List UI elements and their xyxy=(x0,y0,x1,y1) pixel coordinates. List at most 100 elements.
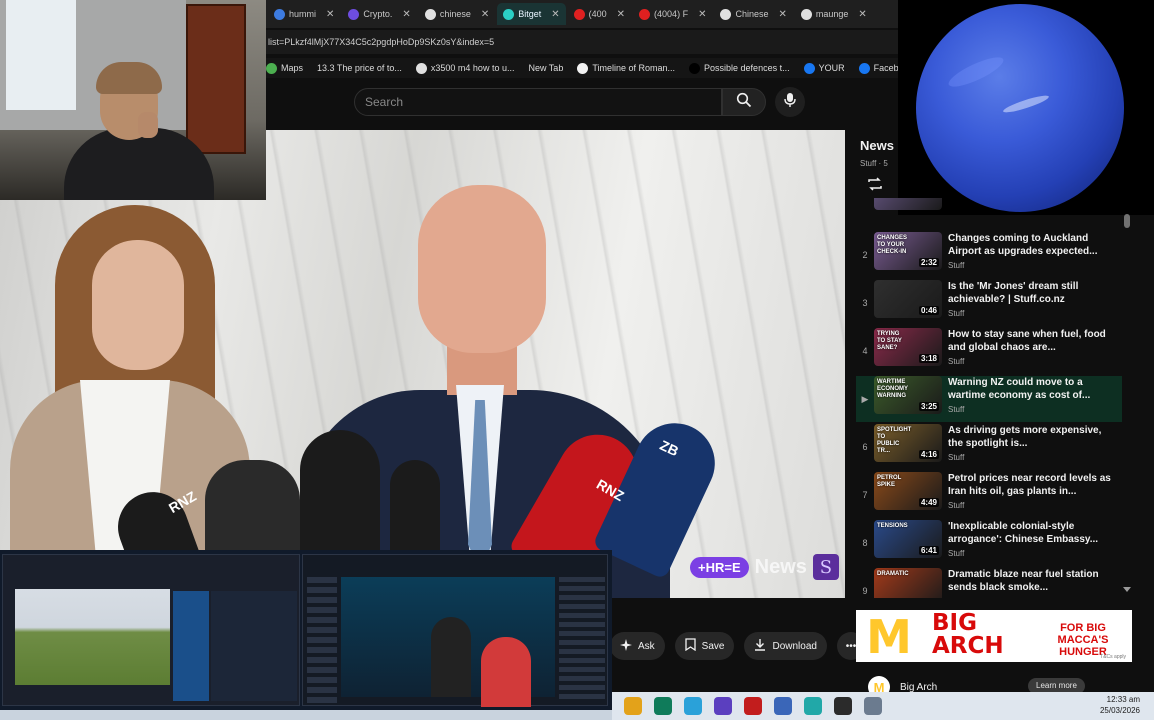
playlist-item-text: 'Inexplicable colonial-style arrogance':… xyxy=(948,520,1116,558)
scrollbar-thumb[interactable] xyxy=(1124,214,1130,228)
browser-tab[interactable]: (4004) F ✕ xyxy=(633,3,712,25)
playlist-thumbnail[interactable]: SPOTLIGHT TO PUBLIC TR... 4:16 xyxy=(874,424,942,462)
bookmark-item[interactable]: Timeline of Roman... xyxy=(577,62,675,74)
bookmark-item[interactable]: 13.3 The price of to... xyxy=(317,63,402,73)
playlist-item[interactable]: 8 TENSIONS 6:41 'Inexplicable colonial-styl… xyxy=(856,520,1122,566)
playlist-item[interactable]: 3 0:46 Is the 'Mr Jones' dream still achie… xyxy=(856,280,1122,326)
bookmarks-bar: Maps 13.3 The price of to... x3500 m4 how … xyxy=(266,58,898,78)
playlist-thumbnail[interactable]: HERO BE SAVED xyxy=(874,198,942,210)
ad-tagline: FOR BIG MACCA'S HUNGER xyxy=(1057,622,1109,658)
playlist-thumbnail[interactable]: TRYING TO STAY SANE? 3:18 xyxy=(874,328,942,366)
video-title[interactable]: 'Inexplicable colonial-style arrogance':… xyxy=(948,520,1116,547)
video-title[interactable]: How to stay sane when fuel, food and glo… xyxy=(948,328,1116,355)
playlist-thumbnail[interactable]: CHANGES TO YOUR CHECK-IN 2:32 xyxy=(874,232,942,270)
video-title[interactable]: Warning NZ could move to a wartime econo… xyxy=(948,376,1116,403)
taskbar-app-cyan-icon[interactable] xyxy=(804,697,822,715)
browser-tab[interactable]: chinese ✕ xyxy=(419,3,495,25)
video-title[interactable]: As driving gets more expensive, the spot… xyxy=(948,424,1116,451)
playlist-item-text: Dramatic blaze near fuel station sends b… xyxy=(948,568,1116,598)
now-playing-icon: ▶ xyxy=(861,394,869,404)
playlist-title[interactable]: News xyxy=(860,138,898,153)
address-bar[interactable]: list=PLkzf4lMjX77X34C5c2pgdpHoDp9SKz0sY&… xyxy=(266,30,898,54)
playlist-scrollbar[interactable] xyxy=(1123,214,1131,594)
taskbar-app-teal-icon[interactable] xyxy=(654,697,672,715)
channel-name: Stuff xyxy=(948,309,965,318)
playlist-thumbnail[interactable]: WARTIME ECONOMY WARNING 3:25 xyxy=(874,376,942,414)
channel-name: Stuff xyxy=(948,261,965,270)
mini-sidebar-list xyxy=(211,591,297,701)
tab-close-icon[interactable]: ✕ xyxy=(551,9,559,20)
taskbar-app-purple-icon[interactable] xyxy=(714,697,732,715)
browser-tab[interactable]: Crypto. ✕ xyxy=(342,3,416,25)
playlist-thumbnail[interactable]: TENSIONS 6:41 xyxy=(874,520,942,558)
tab-label: Chinese xyxy=(735,9,769,19)
playlist-item[interactable]: 9 DRAMATIC Dramatic blaze near fuel statio… xyxy=(856,568,1122,598)
search-button[interactable] xyxy=(722,88,766,116)
browser-tab[interactable]: hummi ✕ xyxy=(268,3,340,25)
scroll-down-icon xyxy=(1123,587,1131,592)
video-duration: 3:18 xyxy=(918,354,939,363)
taskbar-telegram-icon[interactable] xyxy=(684,697,702,715)
bookmark-label: YOUR xyxy=(818,63,845,73)
loop-playlist-button[interactable] xyxy=(866,176,888,194)
download-icon xyxy=(754,638,766,654)
taskbar-files-icon[interactable] xyxy=(624,697,642,715)
voice-search-button[interactable] xyxy=(775,87,805,117)
bookmark-item[interactable]: New Tab xyxy=(528,63,563,73)
playlist-item[interactable]: 4 TRYING TO STAY SANE? 3:18 How to stay san… xyxy=(856,328,1122,374)
channel-name: Stuff xyxy=(948,501,965,510)
advertiser-name: Big Arch xyxy=(900,681,938,693)
playlist-thumbnail[interactable]: DRAMATIC xyxy=(874,568,942,598)
playlist-item[interactable]: ▶ WARTIME ECONOMY WARNING 3:25 Warning NZ c… xyxy=(856,376,1122,422)
bookmark-item[interactable]: Maps xyxy=(266,62,304,74)
download-button[interactable]: Download xyxy=(744,632,827,660)
playlist-thumbnail[interactable]: 0:46 xyxy=(874,280,942,318)
playlist-index: 7 xyxy=(862,490,868,500)
taskbar-app-dark-icon[interactable] xyxy=(834,697,852,715)
video-title[interactable]: Is the 'Mr Jones' dream still achievable… xyxy=(948,280,1116,307)
save-button[interactable]: Save xyxy=(674,632,735,660)
bookmark-item[interactable]: Facebook green xyxy=(858,62,898,74)
tab-close-icon[interactable]: ✕ xyxy=(326,9,334,20)
taskbar-app-red-icon[interactable] xyxy=(744,697,762,715)
tab-close-icon[interactable]: ✕ xyxy=(698,9,706,20)
tab-close-icon[interactable]: ✕ xyxy=(617,9,625,20)
bookmark-icon xyxy=(685,638,696,654)
video-title[interactable]: Petrol prices near record levels as Iran… xyxy=(948,472,1116,499)
tab-close-icon[interactable]: ✕ xyxy=(481,9,489,20)
bookmark-item[interactable]: Possible defences t... xyxy=(689,62,790,74)
tab-label: Bitget xyxy=(518,9,542,19)
tab-label: (400 xyxy=(588,9,607,19)
bookmark-favicon-icon xyxy=(577,62,589,74)
playlist-item[interactable]: 1HERO BE SAVEDStuff xyxy=(856,198,1122,218)
tab-label: (4004) F xyxy=(654,9,689,19)
taskbar-settings-icon[interactable] xyxy=(864,697,882,715)
bookmark-label: Maps xyxy=(281,63,304,73)
browser-tab[interactable]: Chinese ✕ xyxy=(714,3,792,25)
bookmark-item[interactable]: YOUR xyxy=(803,62,845,74)
tab-close-icon[interactable]: ✕ xyxy=(858,9,866,20)
ask-button[interactable]: Ask xyxy=(610,632,665,660)
browser-tab[interactable]: (400 ✕ xyxy=(568,3,631,25)
playlist-item[interactable]: 6 SPOTLIGHT TO PUBLIC TR... 4:16 As driving… xyxy=(856,424,1122,470)
video-title[interactable]: Dramatic blaze near fuel station sends b… xyxy=(948,568,1116,595)
bookmark-item[interactable]: x3500 m4 how to u... xyxy=(415,62,514,74)
playlist-thumbnail[interactable]: PETROL SPIKE 4:49 xyxy=(874,472,942,510)
video-title[interactable]: Changes coming to Auckland Airport as up… xyxy=(948,232,1116,259)
mcdonalds-logo-icon: M xyxy=(858,612,920,662)
neptune-image xyxy=(916,4,1124,212)
playlist-item[interactable]: 7 PETROL SPIKE 4:49 Petrol prices near reco… xyxy=(856,472,1122,518)
playlist-item[interactable]: 2 CHANGES TO YOUR CHECK-IN 2:32 Changes com… xyxy=(856,232,1122,278)
tab-close-icon[interactable]: ✕ xyxy=(778,9,786,20)
taskbar-clock[interactable]: 12:33 am 25/03/2026 xyxy=(1100,694,1140,716)
taskbar-left-strip xyxy=(0,710,612,720)
playlist-index: 3 xyxy=(862,298,868,308)
search-input[interactable]: Search xyxy=(354,88,722,116)
video-player[interactable]: RNZ RNZ ZB +HR=E News S xyxy=(0,130,845,598)
browser-tab[interactable]: maunge ✕ xyxy=(795,3,873,25)
ask-label: Ask xyxy=(638,640,655,652)
ad-banner[interactable]: M BIG ARCH FOR BIG MACCA'S HUNGER T&Cs a… xyxy=(856,610,1132,662)
browser-tab[interactable]: Bitget ✕ xyxy=(497,3,566,25)
tab-close-icon[interactable]: ✕ xyxy=(402,9,410,20)
taskbar-app-gamepad-icon[interactable] xyxy=(774,697,792,715)
